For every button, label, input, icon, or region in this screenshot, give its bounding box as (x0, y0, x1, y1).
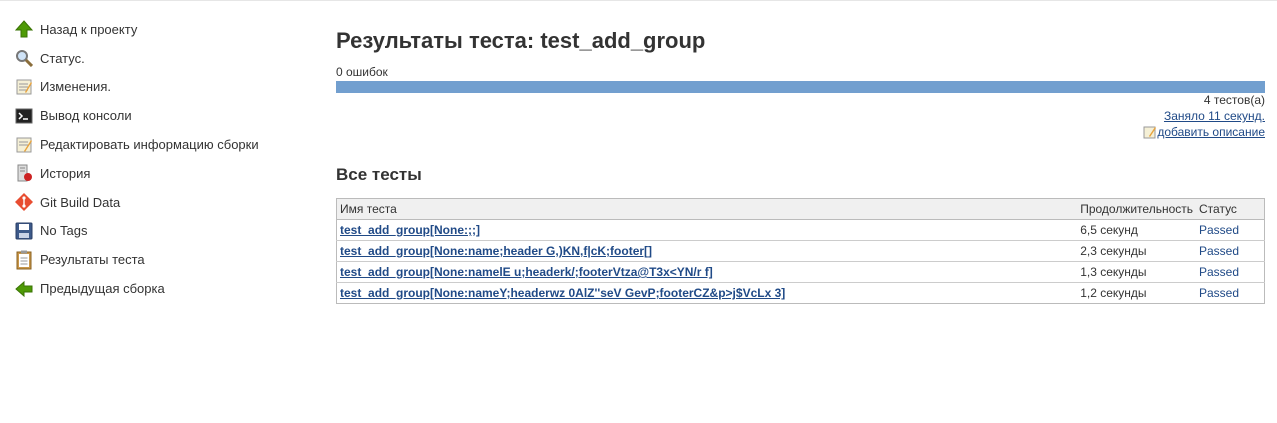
all-tests-heading: Все тесты (336, 165, 422, 184)
duration-cell: 2,3 секунды (1077, 240, 1196, 262)
terminal-icon (14, 106, 34, 126)
sidebar-item-label: No Tags (40, 223, 88, 239)
test-name-cell: test_add_group[None:namelE u;headerk/;fo… (336, 261, 1078, 283)
status-cell: Passed (1196, 240, 1265, 262)
sidebar-item-changes[interactable]: Изменения. (14, 73, 314, 102)
clipboard-icon (14, 250, 34, 270)
table-header-row: Имя теста Продолжительность Статус (336, 198, 1265, 220)
sidebar-item-label: Результаты теста (40, 252, 145, 268)
sidebar-item-label: Статус. (40, 50, 85, 66)
page-title: Результаты теста: test_add_group (336, 28, 706, 53)
add-description-link[interactable]: добавить описание (1157, 125, 1265, 139)
sidebar-item-label: Назад к проекту (40, 21, 138, 37)
sidebar-item-test-results[interactable]: Результаты теста (14, 245, 314, 274)
duration-cell: 6,5 секунд (1077, 219, 1196, 241)
sidebar-item-back-to-project[interactable]: Назад к проекту (14, 15, 314, 44)
notepad-icon (14, 77, 34, 97)
sidebar-item-label: Вывод консоли (40, 108, 132, 124)
column-header-status[interactable]: Статус (1196, 198, 1265, 220)
column-header-test-name[interactable]: Имя теста (336, 198, 1078, 220)
sidebar-item-console[interactable]: Вывод консоли (14, 101, 314, 130)
sidebar-item-label: Изменения. (40, 79, 111, 95)
floppy-icon (14, 221, 34, 241)
history-icon (14, 163, 34, 183)
test-link[interactable]: test_add_group[None:nameY;headerwz 0AlZ'… (340, 286, 785, 300)
sidebar-item-status[interactable]: Статус. (14, 44, 314, 73)
sidebar-item-label: Редактировать информацию сборки (40, 137, 259, 153)
git-icon (14, 192, 34, 212)
duration-link[interactable]: Заняло 11 секунд. (1164, 109, 1265, 123)
table-row: test_add_group[None:namelE u;headerk/;fo… (336, 261, 1265, 283)
column-header-duration[interactable]: Продолжительность (1077, 198, 1196, 220)
test-name-cell: test_add_group[None:;;] (336, 219, 1078, 241)
search-icon (14, 48, 34, 68)
test-link[interactable]: test_add_group[None:;;] (340, 223, 480, 237)
side-panel: Назад к проекту Статус. Изменения. Вывод… (14, 15, 314, 303)
sidebar-item-label: Предыдущая сборка (40, 281, 165, 297)
up-arrow-icon (14, 19, 34, 39)
table-row: test_add_group[None:name;header G,)KN,f|… (336, 240, 1265, 262)
sidebar-item-label: История (40, 165, 91, 181)
sidebar-item-previous-build[interactable]: Предыдущая сборка (14, 274, 314, 303)
back-arrow-icon (14, 279, 34, 299)
sidebar-item-edit-build-info[interactable]: Редактировать информацию сборки (14, 130, 314, 159)
status-cell: Passed (1196, 282, 1265, 304)
status-cell: Passed (1196, 261, 1265, 283)
test-name-cell: test_add_group[None:nameY;headerwz 0AlZ'… (336, 282, 1078, 304)
tests-table: Имя теста Продолжительность Статус test_… (336, 198, 1265, 304)
sidebar-item-git-build-data[interactable]: Git Build Data (14, 188, 314, 217)
tests-count: 4 тестов(а) (1203, 93, 1265, 107)
notepad-edit-icon (14, 135, 34, 155)
test-name-cell: test_add_group[None:name;header G,)KN,f|… (336, 240, 1078, 262)
add-description-row: добавить описание (1143, 125, 1265, 139)
notepad-edit-icon (1143, 125, 1157, 139)
sidebar-item-label: Git Build Data (40, 194, 121, 210)
duration-cell: 1,2 секунды (1077, 282, 1196, 304)
duration-row: Заняло 11 секунд. (1164, 109, 1265, 123)
table-row: test_add_group[None:;;] 6,5 секунд Passe… (336, 219, 1265, 241)
table-row: test_add_group[None:nameY;headerwz 0AlZ'… (336, 282, 1265, 304)
test-link[interactable]: test_add_group[None:name;header G,)KN,f|… (340, 244, 652, 258)
test-link[interactable]: test_add_group[None:namelE u;headerk/;fo… (340, 265, 713, 279)
status-cell: Passed (1196, 219, 1265, 241)
fail-count: 0 ошибок (336, 65, 388, 79)
duration-cell: 1,3 секунды (1077, 261, 1196, 283)
test-result-bar (336, 81, 1265, 93)
sidebar-item-history[interactable]: История (14, 159, 314, 188)
sidebar-item-no-tags[interactable]: No Tags (14, 217, 314, 246)
